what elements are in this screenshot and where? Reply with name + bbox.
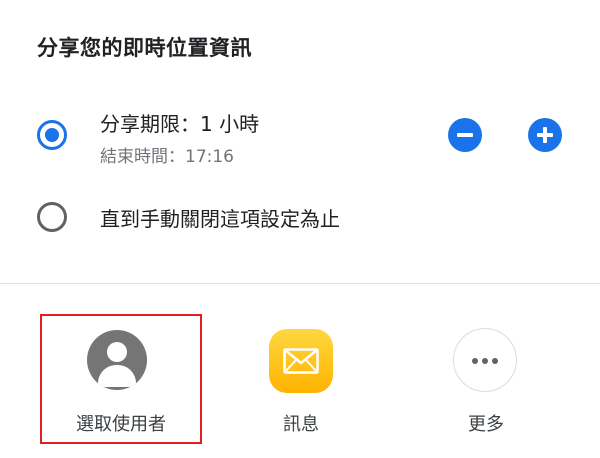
select-user-label: 選取使用者 — [76, 414, 166, 435]
more-label: 更多 — [468, 414, 504, 435]
radio-duration-option[interactable] — [37, 120, 67, 150]
radio-until-off-option[interactable] — [37, 202, 67, 232]
minus-icon — [457, 133, 473, 137]
select-user-target[interactable]: 選取使用者 — [40, 314, 202, 444]
person-icon — [87, 330, 147, 390]
messages-target[interactable]: 訊息 — [220, 314, 382, 444]
dialog-title: 分享您的即時位置資訊 — [37, 36, 252, 60]
envelope-icon — [269, 329, 333, 393]
more-horizontal-icon — [453, 328, 517, 392]
end-time-label: 結束時間：17:16 — [100, 147, 234, 167]
more-target[interactable]: 更多 — [405, 314, 567, 444]
decrease-duration-button[interactable] — [448, 118, 482, 152]
duration-option-label[interactable]: 分享期限：1 小時 — [100, 108, 259, 137]
divider — [0, 283, 600, 284]
until-off-option-label[interactable]: 直到手動關閉這項設定為止 — [100, 203, 340, 232]
messages-label: 訊息 — [283, 414, 319, 435]
increase-duration-button[interactable] — [528, 118, 562, 152]
share-location-sheet: 分享您的即時位置資訊 分享期限：1 小時 結束時間：17:16 直到手動關閉這項… — [0, 0, 600, 458]
